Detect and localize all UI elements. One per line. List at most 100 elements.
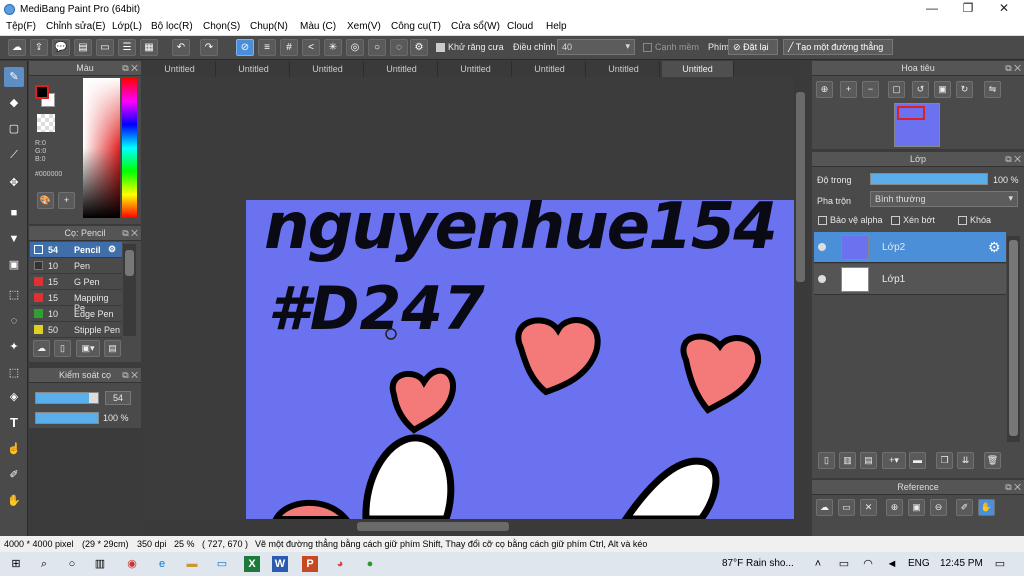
tab-untitled[interactable]: Untitled (588, 61, 660, 77)
menu-color[interactable]: Màu (C) (300, 21, 336, 32)
network-icon[interactable]: ▭ (836, 556, 852, 572)
weather-status[interactable]: 87°F Rain sho... (722, 558, 794, 569)
correction-select[interactable]: 40 ▾ (557, 39, 635, 55)
brush-item[interactable]: 15 G Pen (30, 274, 122, 290)
brush-list-scrollbar[interactable] (123, 244, 136, 336)
language-indicator[interactable]: ENG (908, 558, 930, 569)
widgets-icon[interactable]: ▥ (92, 556, 108, 572)
blend-mode-select[interactable]: Bình thường ▾ (870, 191, 1018, 207)
brush-opacity-slider[interactable] (35, 412, 99, 424)
cloud-icon[interactable]: ☁ (8, 39, 26, 56)
zoom-in-icon[interactable]: ⊕ (886, 499, 903, 516)
dropper-tool-icon[interactable]: ✐ (4, 465, 24, 485)
powerpoint-icon[interactable]: P (302, 556, 318, 572)
scrollbar-thumb[interactable] (357, 522, 509, 531)
chevron-up-icon[interactable]: ˄ (810, 556, 826, 572)
antialias-checkbox[interactable]: Khử răng cưa (436, 42, 504, 53)
close-icon[interactable]: ✕ (860, 499, 877, 516)
brush-size-slider[interactable] (35, 392, 99, 404)
curve-snap-icon[interactable]: ◌ (390, 39, 408, 56)
brush-item[interactable]: 54 Pencil ⚙ (30, 242, 122, 258)
upload-icon[interactable]: ⇪ (30, 39, 48, 56)
vanish-snap-icon[interactable]: < (302, 39, 320, 56)
new-brush-icon[interactable]: ▯ (54, 340, 71, 357)
merge-layer-icon[interactable]: ⇊ (957, 452, 974, 469)
brush-item[interactable]: 50 Stipple Pen (30, 322, 122, 338)
edge-checkbox[interactable]: Cạnh mềm (643, 42, 699, 53)
tab-untitled[interactable]: Untitled (366, 61, 438, 77)
zoom-out-icon[interactable]: − (862, 81, 879, 98)
menu-capture[interactable]: Chụp(N) (250, 21, 288, 32)
rect-tool-icon[interactable]: ▢ (4, 119, 24, 139)
tab-untitled-active[interactable]: Untitled (662, 61, 734, 77)
brush-item[interactable]: 10 Pen (30, 258, 122, 274)
brush-settings-icon[interactable]: ▤ (104, 340, 121, 357)
windows-start-icon[interactable]: ⊞ (8, 556, 24, 572)
monitor-icon[interactable]: ▭ (214, 556, 230, 572)
new-halftone-layer-icon[interactable]: ▥ (839, 452, 856, 469)
brush-tool-icon[interactable]: ✎ (4, 67, 24, 87)
trash-icon[interactable]: 🗑 (984, 452, 1001, 469)
primary-color[interactable] (35, 85, 49, 99)
list-icon[interactable]: ☰ (118, 39, 136, 56)
circle-snap-icon[interactable]: ○ (368, 39, 386, 56)
brush-menu-icon[interactable]: ▣▾ (76, 340, 100, 357)
wifi-icon[interactable]: ◠ (860, 556, 876, 572)
duplicate-layer-icon[interactable]: ❐ (936, 452, 953, 469)
magic-wand-icon[interactable]: ✦ (4, 337, 24, 357)
brush-item[interactable]: 15 Mapping Pe (30, 290, 122, 313)
clipping-checkbox[interactable]: Xén bớt (891, 215, 935, 226)
new-layer-icon[interactable]: ▯ (818, 452, 835, 469)
flip-icon[interactable]: ⇋ (984, 81, 1001, 98)
clock[interactable]: 12:45 PM (940, 558, 983, 569)
transparent-swatch[interactable] (37, 114, 55, 132)
tab-untitled[interactable]: Untitled (514, 61, 586, 77)
panel-controls-icon[interactable]: ⧉ ✕ (1005, 480, 1021, 495)
excel-icon[interactable]: X (244, 556, 260, 572)
palette-icon[interactable]: 🎨 (37, 192, 54, 209)
settings-gear-icon[interactable]: ⚙ (410, 39, 428, 56)
tab-untitled[interactable]: Untitled (144, 61, 216, 77)
radial-snap-icon[interactable]: ✳ (324, 39, 342, 56)
menu-file[interactable]: Tệp(F) (6, 21, 36, 32)
zoom-out-icon[interactable]: ⊖ (930, 499, 947, 516)
menu-view[interactable]: Xem(V) (347, 21, 381, 32)
lasso-tool-icon[interactable]: ◌ (4, 311, 24, 331)
search-icon[interactable]: ⌕ (36, 556, 52, 572)
brush-item[interactable]: 10 Edge Pen (30, 306, 122, 322)
actual-size-icon[interactable]: ▢ (888, 81, 905, 98)
menu-window[interactable]: Cửa sổ(W) (451, 21, 500, 32)
grid-icon[interactable]: ▦ (140, 39, 158, 56)
panel-controls-icon[interactable]: ⧉ ✕ (1005, 61, 1021, 76)
gear-icon[interactable]: ⚙ (108, 244, 116, 255)
hand-tool-icon[interactable]: ✋ (4, 491, 24, 511)
eyedropper-icon[interactable]: ✐ (956, 499, 973, 516)
canvas-area[interactable]: nguyenhue154 #D247 (142, 77, 794, 519)
add-brush-icon[interactable]: ☁ (33, 340, 50, 357)
canvas-horizontal-scrollbar[interactable] (142, 519, 807, 534)
menu-help[interactable]: Help (546, 21, 567, 32)
layer-list-scrollbar[interactable] (1007, 236, 1020, 442)
fit-screen-icon[interactable]: ▣ (934, 81, 951, 98)
parallel-snap-icon[interactable]: ≡ (258, 39, 276, 56)
rotate-left-icon[interactable]: ↺ (912, 81, 929, 98)
visibility-icon[interactable] (818, 275, 826, 283)
tab-untitled[interactable]: Untitled (218, 61, 290, 77)
add-layer-menu-icon[interactable]: +▾ (882, 452, 906, 469)
gradient-tool-icon[interactable]: ▣ (4, 255, 24, 275)
straight-line-button[interactable]: ╱ Tạo một đường thẳng (783, 39, 893, 55)
scrollbar-thumb[interactable] (1009, 240, 1018, 436)
protect-alpha-checkbox[interactable]: Bảo vệ alpha (818, 215, 883, 226)
visibility-icon[interactable] (818, 243, 826, 251)
menu-select[interactable]: Chọn(S) (203, 21, 240, 32)
file-explorer-icon[interactable]: ▬ (184, 556, 200, 572)
panel-controls-icon[interactable]: ⧉ ✕ (122, 226, 138, 241)
minimize-button[interactable]: — (914, 0, 950, 19)
volume-icon[interactable]: ◄ (884, 556, 900, 572)
menu-cloud[interactable]: Cloud (507, 21, 533, 32)
comment-icon[interactable]: 💬 (52, 39, 70, 56)
bucket-tool-icon[interactable]: ▼ (4, 229, 24, 249)
fit-icon[interactable]: ▣ (908, 499, 925, 516)
select-pen-icon[interactable]: ⬚ (4, 363, 24, 383)
cloud-icon[interactable]: ☁ (816, 499, 833, 516)
